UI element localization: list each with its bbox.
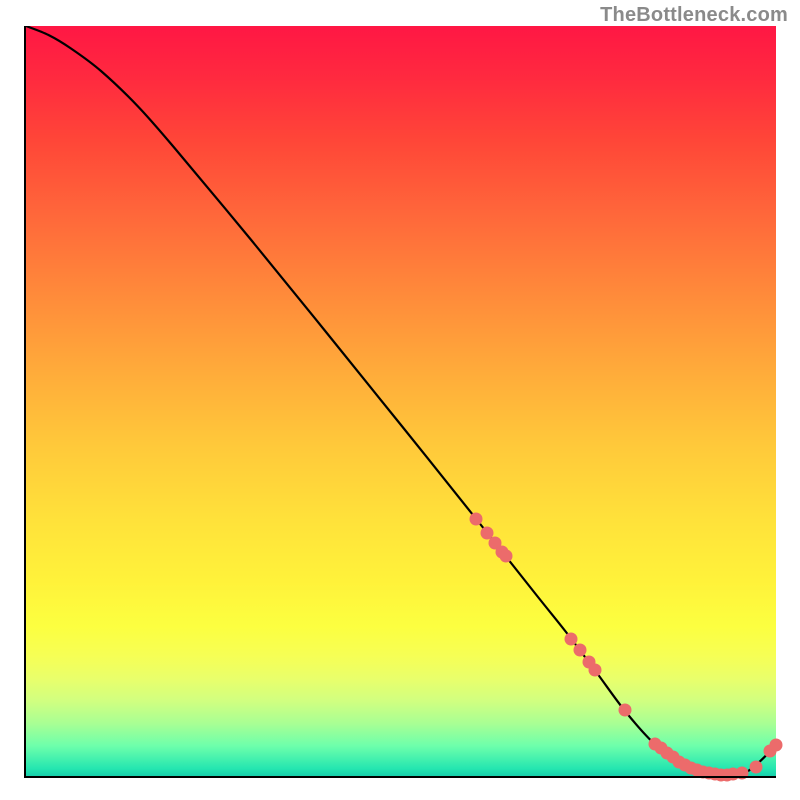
plot-area [26, 26, 776, 776]
attribution-label: TheBottleneck.com [600, 4, 788, 27]
y-axis [24, 26, 26, 778]
x-axis [26, 776, 776, 778]
data-point [573, 644, 586, 657]
data-point [749, 761, 762, 774]
data-point [770, 739, 783, 752]
data-point [588, 663, 601, 676]
chart-container: TheBottleneck.com [0, 0, 800, 800]
data-point [618, 704, 631, 717]
data-point [500, 550, 513, 563]
data-point [470, 512, 483, 525]
